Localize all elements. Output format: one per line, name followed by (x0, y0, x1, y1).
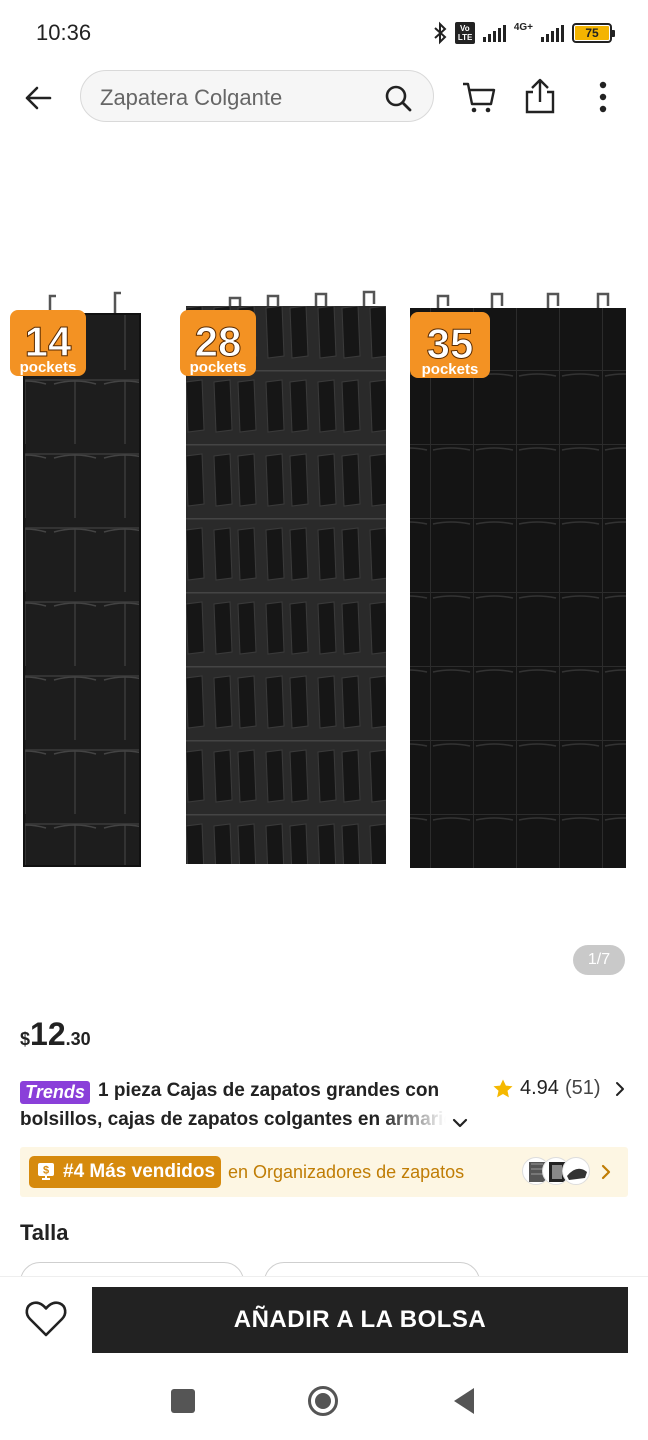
recent-apps-icon[interactable] (171, 1389, 195, 1413)
price-integer: 12 (30, 1016, 66, 1052)
status-time: 10:36 (36, 20, 92, 45)
search-icon[interactable] (383, 83, 413, 113)
cart-icon[interactable] (460, 78, 498, 116)
search-input[interactable]: Zapatera Colgante (80, 70, 434, 122)
badge-number-35: 35 (427, 320, 474, 367)
battery-icon: 75 (572, 23, 615, 43)
price-currency: $ (20, 1029, 31, 1049)
trophy-icon: $ (38, 1163, 54, 1180)
rating-score: 4.94 (520, 1077, 559, 1099)
back-triangle-icon[interactable] (452, 1386, 476, 1416)
thumbnail-image (562, 1157, 590, 1185)
bestseller-banner[interactable]: $ #4 Más vendidos en Organizadores de za… (20, 1147, 628, 1197)
bluetooth-icon (434, 21, 447, 45)
bestseller-rank: #4 Más vendidos (63, 1161, 216, 1182)
share-icon[interactable] (521, 76, 559, 116)
battery-level: 75 (575, 26, 609, 40)
signal-icon (482, 24, 506, 42)
search-query: Zapatera Colgante (100, 85, 283, 110)
product-title-line2: bolsillos, cajas de zapatos colgantes en… (20, 1109, 446, 1130)
bestseller-tag: $ #4 Más vendidos (29, 1156, 222, 1188)
product-image-carousel[interactable]: 14 pockets 28 pockets 35 pockets (0, 140, 648, 1000)
size-label: Talla (20, 1220, 69, 1245)
rating-count: (51) (564, 1077, 601, 1099)
bottom-action-bar: AÑADIR A LA BOLSA (0, 1276, 648, 1366)
volte-icon: Vo LTE (454, 22, 475, 44)
svg-text:$: $ (43, 1165, 49, 1177)
badge-label-14: pockets (20, 359, 77, 376)
rating[interactable]: 4.94 (51) (492, 1077, 627, 1100)
signal-icon-2 (541, 24, 564, 42)
bestseller-thumbnails (522, 1157, 590, 1185)
badge-number-28: 28 (195, 318, 242, 365)
system-nav-bar (0, 1366, 648, 1440)
status-icons: Vo LTE 4G+ 75 (433, 20, 615, 46)
chevron-right-icon (601, 1164, 611, 1180)
product-title-line1: 1 pieza Cajas de zapatos grandes con (98, 1080, 440, 1101)
badge-label-35: pockets (422, 361, 479, 378)
chevron-down-icon[interactable] (450, 1113, 470, 1133)
image-counter: 1/7 (573, 945, 625, 975)
product-photo: 14 pockets 28 pockets 35 pockets (10, 290, 626, 868)
price-decimal: .30 (65, 1029, 91, 1049)
status-bar: 10:36 Vo LTE 4G+ 75 (0, 0, 648, 66)
star-icon (493, 1079, 513, 1097)
price: $12.30 (20, 1016, 91, 1053)
back-arrow-icon[interactable] (20, 80, 56, 116)
header: Zapatera Colgante (0, 66, 648, 130)
badge-number-14: 14 (25, 318, 72, 365)
network-type: 4G+ (513, 21, 533, 33)
home-icon[interactable] (307, 1385, 339, 1417)
add-to-bag-button[interactable]: AÑADIR A LA BOLSA (92, 1287, 628, 1353)
badge-label-28: pockets (190, 359, 247, 376)
trends-badge: Trends (20, 1081, 90, 1104)
more-vertical-icon[interactable] (588, 78, 618, 116)
chevron-right-icon (615, 1081, 624, 1096)
heart-icon[interactable] (24, 1299, 68, 1339)
bestseller-category: en Organizadores de zapatos (228, 1162, 465, 1182)
